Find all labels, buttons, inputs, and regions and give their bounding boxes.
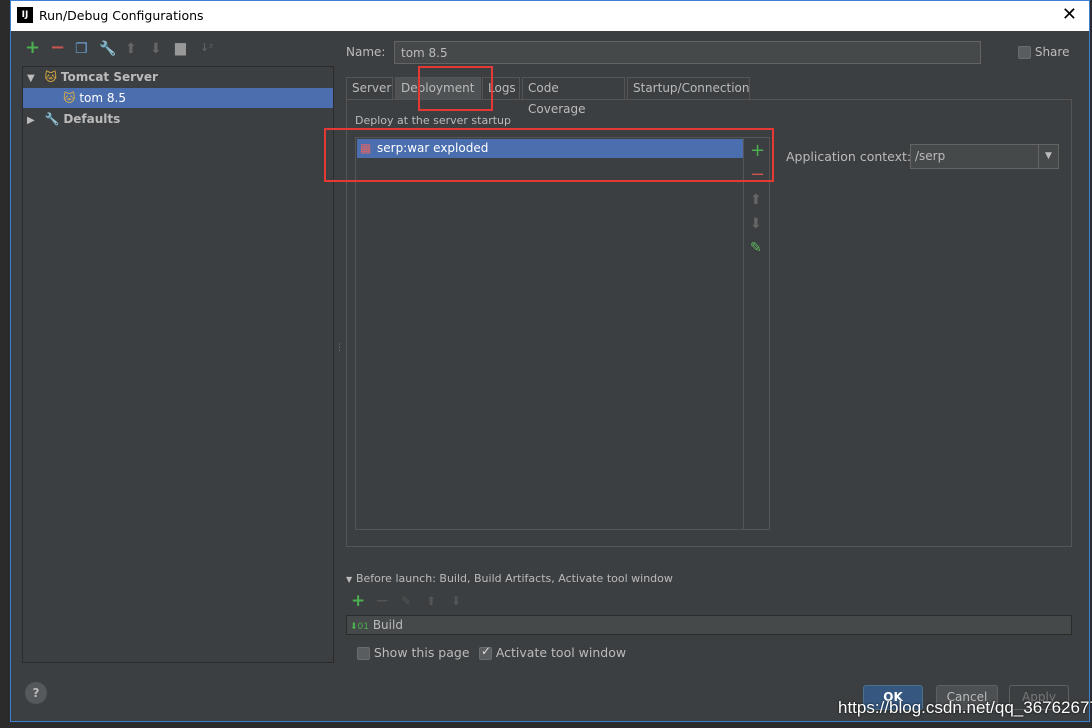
before-launch-title: Before launch: Build, Build Artifacts, A… — [355, 572, 673, 585]
section-title: Deploy at the server startup — [355, 114, 512, 127]
list-item[interactable]: Build — [373, 618, 403, 632]
copy-icon[interactable]: ❐ — [75, 41, 88, 57]
move-down-icon[interactable]: ⬇ — [750, 216, 762, 232]
chevron-down-icon[interactable]: ▼ — [1038, 145, 1058, 168]
tree-node-tom-8-5[interactable]: 🐱 tom 8.5 — [23, 88, 333, 108]
tree-node-tomcat-server[interactable]: ▼ 🐱 Tomcat Server — [23, 67, 333, 87]
move-up-icon[interactable]: ⬆ — [426, 594, 436, 608]
app-context-value: /serp — [915, 149, 946, 163]
watermark: https://blog.csdn.net/qq_36762677 — [838, 698, 1092, 717]
splitter-handle[interactable]: ⋮ — [335, 343, 344, 353]
move-down-icon[interactable]: ⬇ — [150, 41, 162, 57]
run-debug-dialog: IJ Run/Debug Configurations ✕ + − ❐ 🔧 ⬆ … — [10, 0, 1090, 722]
name-input[interactable] — [394, 41, 981, 64]
tab-server[interactable]: Server — [346, 77, 393, 99]
remove-icon[interactable]: − — [50, 37, 65, 58]
move-up-icon[interactable]: ⬆ — [125, 41, 137, 57]
remove-icon[interactable]: − — [375, 591, 389, 611]
app-context-label: Application context: — [786, 149, 912, 164]
activate-tool-window-checkbox[interactable]: ✓ Activate tool window — [479, 644, 627, 660]
tree-node-defaults[interactable]: ▶ 🔧 Defaults — [23, 109, 333, 129]
edit-icon[interactable]: ✎ — [401, 594, 411, 608]
highlight-deployment-tab — [418, 66, 493, 111]
move-up-icon[interactable]: ⬆ — [750, 192, 762, 208]
tree-label: tom 8.5 — [79, 91, 126, 105]
share-label: Share — [1034, 45, 1070, 59]
before-launch-header[interactable]: ▼ Before launch: Build, Build Artifacts,… — [346, 571, 1072, 585]
tomcat-icon: 🐱 — [63, 91, 76, 105]
tomcat-icon: 🐱 — [44, 70, 58, 84]
edit-icon[interactable]: ✎ — [750, 240, 762, 256]
show-page-label: Show this page — [373, 645, 470, 660]
show-page-checkbox[interactable]: Show this page — [357, 645, 470, 660]
title-bar: IJ Run/Debug Configurations ✕ — [11, 1, 1089, 31]
deployment-list: ▦ serp:war exploded + − ⬆ ⬇ ✎ — [355, 137, 770, 530]
folder-icon[interactable]: ▆ — [175, 40, 186, 56]
list-toolbar: + − ⬆ ⬇ ✎ — [743, 138, 769, 529]
activate-label: Activate tool window — [495, 645, 627, 660]
intellij-logo: IJ — [17, 7, 33, 23]
close-button[interactable]: ✕ — [1062, 4, 1077, 25]
window-title: Run/Debug Configurations — [39, 8, 204, 23]
share-checkbox[interactable]: Share — [1018, 45, 1069, 59]
help-button[interactable]: ? — [25, 682, 47, 704]
sort-icon[interactable]: ↓ᶻ — [200, 41, 213, 54]
build-icon: ⬇01 — [350, 622, 369, 632]
add-icon[interactable]: + — [25, 37, 40, 58]
wrench-icon[interactable]: 🔧 — [99, 41, 116, 57]
highlight-deployment-list — [324, 128, 774, 182]
tab-startup-connection[interactable]: Startup/Connection — [627, 77, 750, 99]
move-down-icon[interactable]: ⬇ — [451, 594, 461, 608]
add-icon[interactable]: + — [351, 591, 365, 611]
tree-label: Defaults — [63, 112, 121, 126]
tree-label: Tomcat Server — [60, 70, 158, 84]
name-label: Name: — [346, 45, 386, 59]
config-tree: ▼ 🐱 Tomcat Server 🐱 tom 8.5 ▶ 🔧 Defaults — [22, 66, 334, 663]
app-context-combo[interactable]: /serp ▼ — [910, 144, 1059, 169]
wrench-icon: 🔧 — [44, 112, 60, 126]
tab-code-coverage[interactable]: Code Coverage — [522, 77, 625, 116]
before-launch-list: ⬇01 Build — [346, 615, 1072, 635]
